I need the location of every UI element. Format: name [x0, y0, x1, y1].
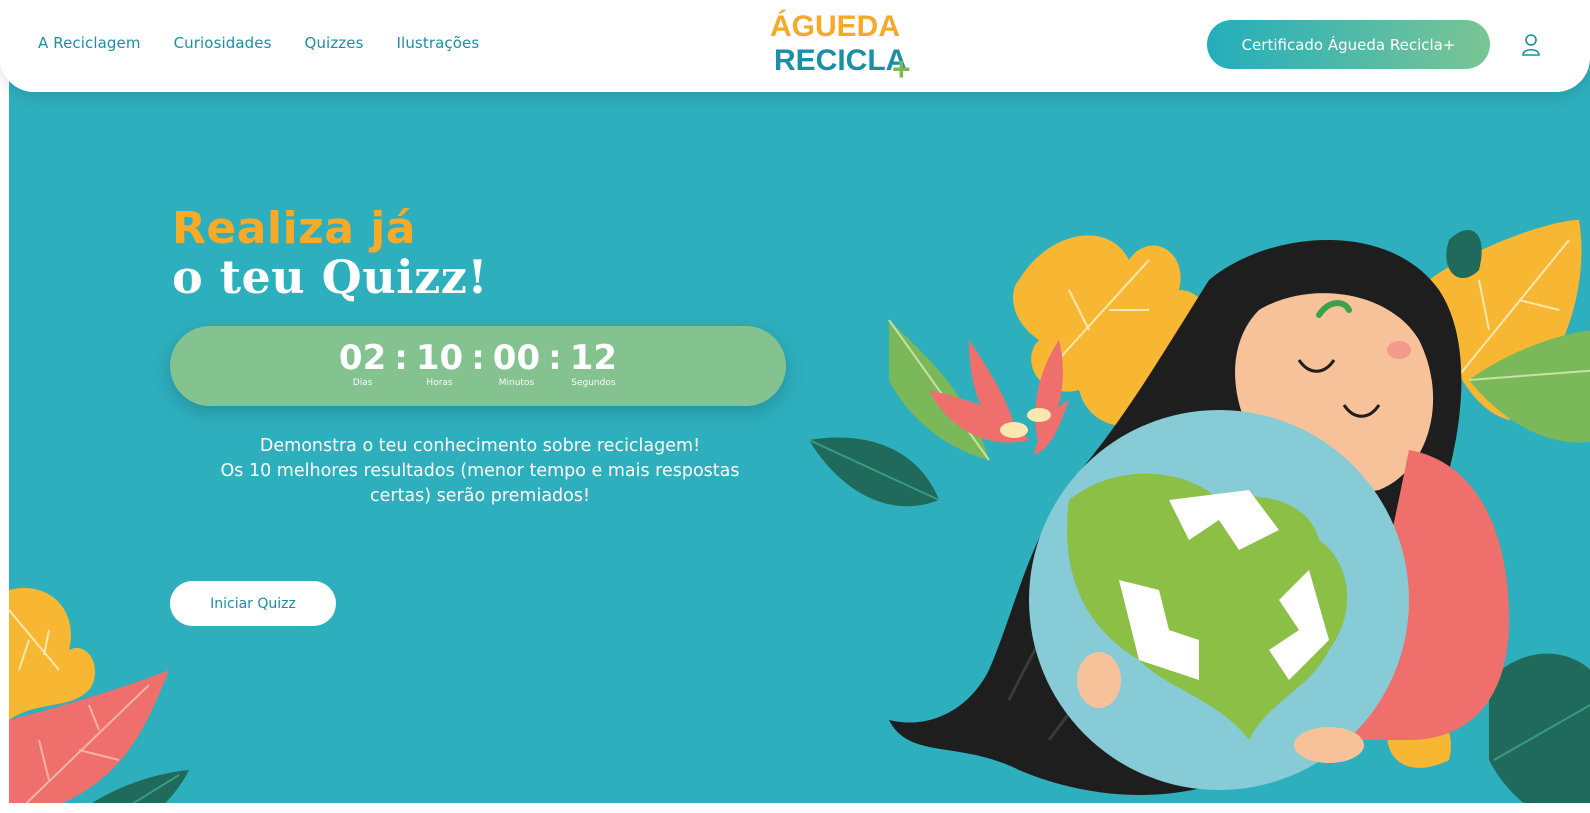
description-line: certas) serão premiados! [369, 486, 590, 506]
girl-hugging-earth-illustration [808, 220, 1590, 803]
hero-section [9, 30, 1590, 803]
hero-title-line2: o teu Quizz! [172, 250, 489, 304]
countdown-hours-value: 10 [415, 338, 464, 378]
countdown-minutes-value: 00 [492, 338, 541, 378]
user-icon[interactable] [1521, 33, 1541, 57]
countdown-seconds-value: 12 [569, 338, 618, 378]
site-logo[interactable]: ÁGUEDA RECICLA + [770, 8, 930, 88]
nav-link-curiosidades[interactable]: Curiosidades [174, 34, 272, 52]
description-line: Demonstra o teu conhecimento sobre recic… [259, 436, 701, 456]
countdown-separator: : [548, 338, 562, 378]
site-header: A Reciclagem Curiosidades Quizzes Ilustr… [0, 0, 1590, 92]
countdown-minutes: 00 Minutos [493, 340, 540, 388]
nav-link-reciclagem[interactable]: A Reciclagem [38, 34, 141, 52]
countdown-timer: 02 Dias : 10 Horas : 00 Minutos : 12 Seg… [170, 326, 786, 406]
countdown-separator: : [471, 338, 485, 378]
countdown-seconds-label: Segundos [571, 378, 616, 388]
certificate-button[interactable]: Certificado Águeda Recicla+ [1207, 20, 1490, 69]
quiz-description: Demonstra o teu conhecimento sobre recic… [180, 434, 780, 509]
description-line: Os 10 melhores resultados (menor tempo e… [220, 461, 740, 481]
countdown-days-label: Dias [352, 378, 373, 388]
logo-mark: ÁGUEDA RECICLA + [770, 9, 911, 87]
hero-title-line1: Realiza já [172, 203, 416, 254]
countdown-seconds: 12 Segundos [570, 340, 617, 388]
nav-link-ilustracoes[interactable]: Ilustrações [397, 34, 480, 52]
logo-line1: ÁGUEDA [770, 9, 900, 43]
start-quiz-button[interactable]: Iniciar Quizz [170, 581, 336, 626]
countdown-days-value: 02 [338, 338, 387, 378]
countdown-minutes-label: Minutos [498, 378, 535, 388]
logo-plus: + [892, 51, 911, 87]
countdown-row: 02 Dias : 10 Horas : 00 Minutos : 12 Seg… [170, 340, 786, 388]
countdown-separator: : [394, 338, 408, 378]
main-nav: A Reciclagem Curiosidades Quizzes Ilustr… [38, 34, 479, 52]
nav-link-quizzes[interactable]: Quizzes [305, 34, 364, 52]
countdown-days: 02 Dias [339, 340, 386, 388]
logo-line2: RECICLA [774, 44, 907, 77]
countdown-hours-label: Horas [426, 378, 453, 388]
countdown-hours: 10 Horas [416, 340, 463, 388]
